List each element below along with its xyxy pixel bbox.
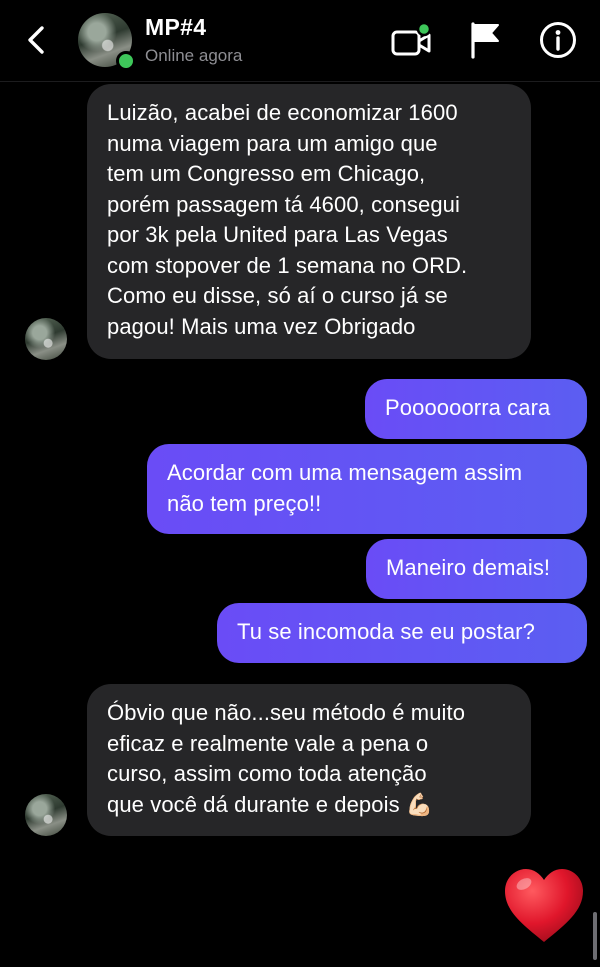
incoming-message[interactable]: Óbvio que não...seu método é muito efica… <box>87 684 531 836</box>
flag-icon[interactable] <box>466 20 504 60</box>
chat-header: MP#4 Online agora <box>0 0 600 82</box>
online-indicator <box>116 51 136 71</box>
contact-name[interactable]: MP#4 <box>145 14 206 41</box>
back-arrow-icon[interactable] <box>20 22 54 58</box>
info-icon[interactable] <box>538 20 578 60</box>
incoming-message[interactable]: Luizão, acabei de economizar 1600 numa v… <box>87 84 531 359</box>
outgoing-message[interactable]: Tu se incomoda se eu postar? <box>217 603 587 663</box>
contact-status: Online agora <box>145 46 243 65</box>
scrollbar[interactable] <box>593 912 597 960</box>
sender-avatar[interactable] <box>25 794 67 836</box>
outgoing-message[interactable]: Poooooorra cara <box>365 379 587 439</box>
sender-avatar[interactable] <box>25 318 67 360</box>
heart-reaction-icon[interactable] <box>502 866 586 946</box>
outgoing-message[interactable]: Acordar com uma mensagem assim não tem p… <box>147 444 587 534</box>
outgoing-message[interactable]: Maneiro demais! <box>366 539 587 599</box>
video-call-icon[interactable] <box>388 20 434 60</box>
